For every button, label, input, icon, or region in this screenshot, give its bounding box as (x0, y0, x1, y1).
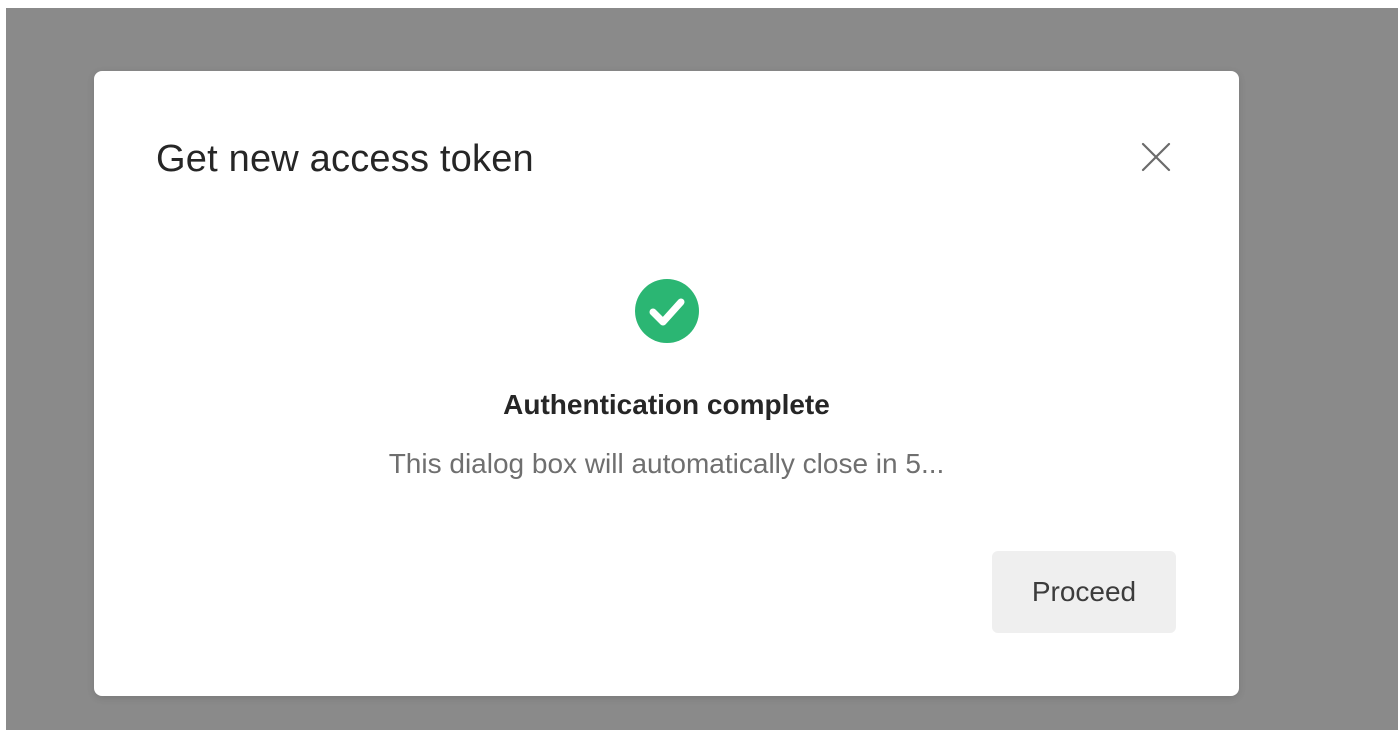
proceed-button[interactable]: Proceed (992, 551, 1176, 633)
success-status-icon (635, 279, 699, 343)
check-circle-icon (635, 279, 699, 343)
close-button[interactable] (1134, 135, 1178, 179)
auto-close-message: This dialog box will automatically close… (388, 448, 945, 479)
access-token-dialog: Get new access token Authentication comp… (94, 71, 1239, 696)
close-icon (1141, 142, 1171, 172)
dialog-title: Get new access token (156, 138, 534, 180)
status-title: Authentication complete (503, 389, 830, 420)
